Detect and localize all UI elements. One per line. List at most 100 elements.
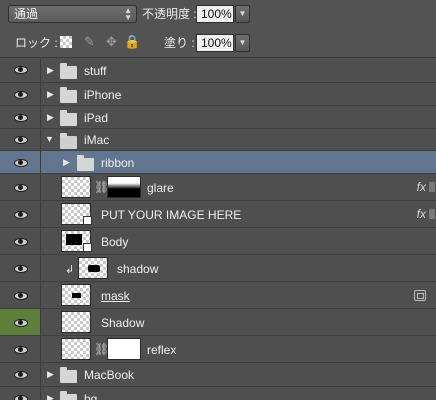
layer-row-imac[interactable]: ▼ iMac [0, 129, 436, 151]
fx-icon[interactable]: fx [417, 180, 426, 194]
thumbnail-content [88, 265, 100, 272]
layer-thumbnail[interactable] [61, 338, 91, 360]
layer-row-body[interactable]: Body [0, 228, 436, 255]
eye-icon [14, 211, 28, 219]
layer-name: stuff [84, 64, 107, 78]
thumbnail-content [72, 293, 81, 298]
layer-name: MacBook [84, 368, 135, 382]
linked-layer-icon [414, 290, 426, 301]
lock-label: ロック : [15, 36, 58, 50]
layer-thumbnail[interactable] [61, 176, 91, 198]
blend-mode-value: 通過 [14, 7, 39, 21]
eye-icon [14, 346, 28, 354]
disclosure-triangle-collapsed-icon[interactable]: ▶ [47, 393, 54, 400]
layer-row-iphone[interactable]: ▶ iPhone [0, 83, 436, 106]
visibility-toggle[interactable] [0, 255, 41, 281]
eye-icon [14, 319, 28, 327]
visibility-toggle[interactable] [0, 387, 41, 400]
layer-name: iMac [84, 133, 110, 147]
visibility-toggle[interactable] [0, 83, 41, 105]
visibility-toggle[interactable] [0, 309, 41, 335]
visibility-toggle[interactable] [0, 336, 41, 362]
layer-name: glare [147, 181, 174, 195]
disclosure-triangle-collapsed-icon[interactable]: ▶ [47, 369, 54, 380]
visibility-toggle[interactable] [0, 363, 41, 386]
opacity-dropdown-button[interactable]: ▼ [235, 5, 250, 23]
folder-icon [60, 87, 77, 103]
layer-mask-thumbnail[interactable] [107, 338, 141, 360]
thumbnail-content [66, 234, 82, 245]
folder-icon [77, 155, 94, 171]
layer-thumbnail[interactable] [61, 311, 91, 333]
layer-row-glare[interactable]: ⛓ glare fx [0, 174, 436, 201]
fx-expand-arrow[interactable] [429, 209, 435, 219]
visibility-toggle[interactable] [0, 228, 41, 254]
eye-icon [14, 136, 28, 144]
clipping-mask-arrow-icon: ↲ [65, 264, 75, 276]
fx-icon[interactable]: fx [417, 207, 426, 221]
layer-row-ipad[interactable]: ▶ iPad [0, 106, 436, 129]
layer-name: iPad [84, 111, 109, 125]
visibility-toggle[interactable] [0, 129, 41, 150]
opacity-field[interactable]: 100% [196, 5, 234, 23]
eye-icon [14, 238, 28, 246]
lock-all-icon[interactable]: 🔒 [124, 34, 140, 49]
opacity-label: 不透明度 : [142, 7, 197, 21]
blend-mode-select[interactable]: 通過 ▲ ▼ [8, 5, 137, 23]
layer-name: reflex [147, 343, 177, 357]
visibility-toggle[interactable] [0, 201, 41, 227]
layer-name: iPhone [84, 88, 122, 102]
layer-mask-thumbnail[interactable] [107, 176, 141, 198]
lock-image-pixels-icon[interactable]: ✎ [82, 34, 97, 49]
visibility-toggle[interactable] [0, 58, 41, 82]
layer-row-shadow[interactable]: Shadow [0, 309, 436, 336]
layer-row-stuff[interactable]: ▶ stuff [0, 58, 436, 83]
fill-field[interactable]: 100% [196, 34, 234, 52]
folder-icon [60, 391, 77, 400]
layer-name: shadow [117, 262, 159, 276]
fx-expand-arrow[interactable] [429, 182, 435, 192]
layer-name: Body [101, 235, 129, 249]
layer-thumbnail[interactable] [61, 284, 91, 306]
layer-thumbnail[interactable] [78, 257, 108, 279]
disclosure-triangle-expanded-icon[interactable]: ▼ [45, 134, 54, 144]
disclosure-triangle-collapsed-icon[interactable]: ▶ [63, 157, 70, 168]
eye-icon [14, 66, 28, 74]
layer-name: Shadow [101, 316, 145, 330]
layer-name: PUT YOUR IMAGE HERE [101, 208, 242, 222]
layer-row-macbook[interactable]: ▶ MacBook [0, 363, 436, 387]
disclosure-triangle-collapsed-icon[interactable]: ▶ [47, 112, 54, 123]
layer-row-bg[interactable]: ▶ bg [0, 387, 436, 400]
disclosure-triangle-collapsed-icon[interactable]: ▶ [47, 89, 54, 100]
smart-object-badge-icon [83, 243, 92, 252]
folder-icon [60, 110, 77, 126]
lock-toolbar: ロック : ✎ ✥ 🔒 塗り : 100% ▼ [0, 29, 436, 58]
layer-row-put-your-image-here[interactable]: PUT YOUR IMAGE HERE fx [0, 201, 436, 228]
visibility-toggle[interactable] [0, 174, 41, 200]
folder-icon [60, 63, 77, 79]
eye-icon [14, 371, 28, 379]
eye-icon [14, 91, 28, 99]
visibility-toggle[interactable] [0, 282, 41, 308]
open-folder-icon [60, 133, 77, 149]
layer-row-ribbon[interactable]: ▶ ribbon [0, 151, 436, 174]
smart-object-badge-icon [83, 216, 92, 225]
eye-icon [14, 114, 28, 122]
layer-row-mask[interactable]: mask [0, 282, 436, 309]
folder-icon [60, 367, 77, 383]
visibility-toggle[interactable] [0, 106, 41, 128]
layer-row-shadow-clipped[interactable]: ↲ shadow [0, 255, 436, 282]
lock-position-icon[interactable]: ✥ [104, 34, 119, 49]
layer-name: mask [101, 289, 130, 303]
fill-label: 塗り : [164, 36, 195, 50]
visibility-toggle[interactable] [0, 151, 41, 173]
disclosure-triangle-collapsed-icon[interactable]: ▶ [47, 65, 54, 76]
eye-icon [14, 292, 28, 300]
lock-transparent-pixels-icon[interactable] [60, 36, 72, 48]
layers-list: ▶ stuff ▶ iPhone ▶ iPad ▼ iMac ▶ ribbon … [0, 58, 436, 400]
select-arrows-icon: ▲ ▼ [124, 6, 132, 22]
layer-row-reflex[interactable]: ⛓ reflex [0, 336, 436, 363]
fill-dropdown-button[interactable]: ▼ [235, 34, 250, 52]
eye-icon [14, 395, 28, 400]
layer-name: ribbon [101, 156, 135, 170]
